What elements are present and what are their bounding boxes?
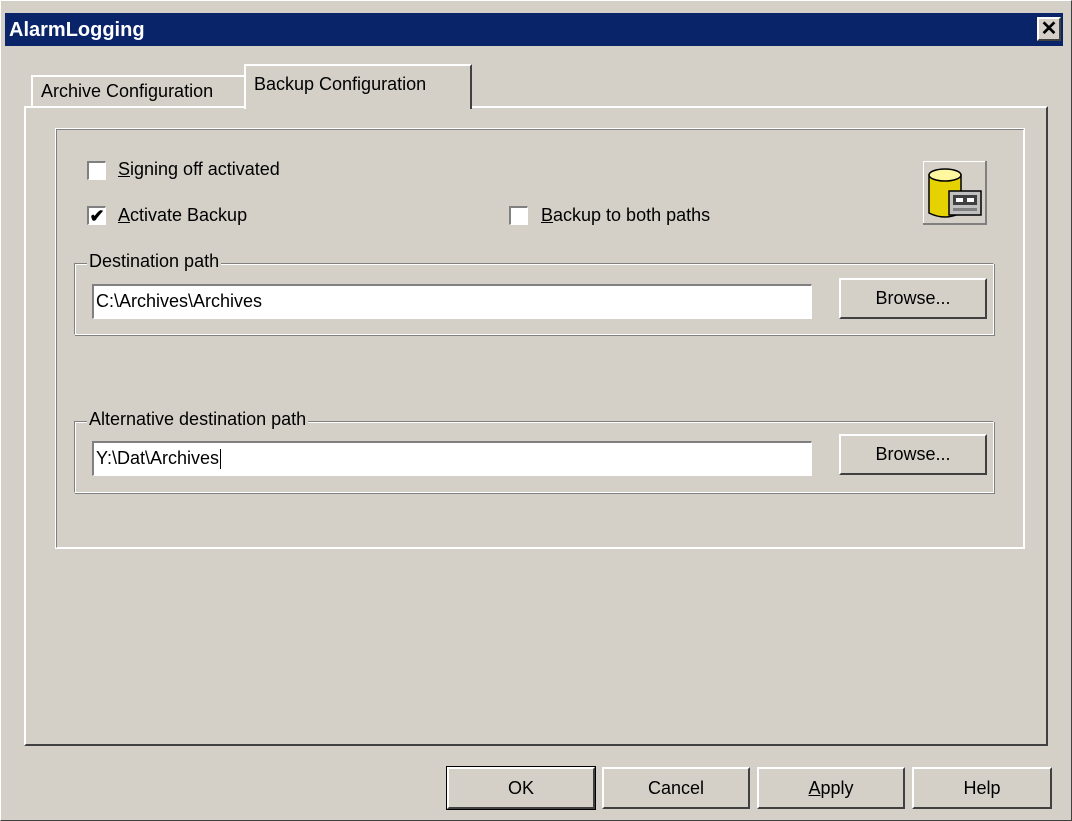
activate-backup-label-accesskey: A: [118, 205, 131, 225]
activate-backup-checkbox[interactable]: ✔: [87, 206, 106, 225]
backup-both-label-accesskey: B: [541, 205, 554, 225]
tab-archive-configuration[interactable]: Archive Configuration: [31, 75, 246, 107]
ok-button[interactable]: OK: [446, 766, 596, 810]
alt-destination-path-legend: Alternative destination path: [87, 409, 309, 430]
dialog-window: AlarmLogging ✕ Archive Configuration Bac…: [0, 0, 1072, 821]
alt-destination-path-value: Y:\Dat\Archives: [96, 448, 220, 468]
cancel-button-label: Cancel: [647, 777, 705, 798]
close-button[interactable]: ✕: [1037, 17, 1061, 41]
signing-off-label[interactable]: Signing off activated: [118, 159, 280, 180]
title-bar: AlarmLogging ✕: [5, 13, 1063, 46]
database-backup-icon: [923, 161, 987, 225]
window-title: AlarmLogging: [9, 19, 145, 41]
destination-path-input[interactable]: C:\Archives\Archives: [92, 284, 812, 319]
backup-both-paths-label[interactable]: Backup to both paths: [541, 205, 710, 226]
signing-off-label-accesskey: S: [118, 159, 131, 179]
help-button-label: Help: [963, 777, 1001, 798]
ok-button-label: OK: [507, 777, 534, 798]
destination-browse-button[interactable]: Browse...: [839, 278, 987, 319]
backup-both-paths-checkbox[interactable]: [509, 206, 528, 225]
browse-button-label: Browse...: [875, 288, 951, 308]
alt-destination-browse-button[interactable]: Browse...: [839, 434, 987, 475]
tab-label: Backup Configuration: [254, 74, 427, 94]
apply-label-text: pply: [820, 777, 854, 798]
help-button[interactable]: Help: [912, 767, 1052, 809]
cancel-button[interactable]: Cancel: [602, 767, 750, 809]
close-icon: ✕: [1040, 18, 1058, 40]
signing-off-checkbox[interactable]: [87, 161, 106, 180]
destination-path-legend: Destination path: [87, 251, 222, 272]
signing-off-label-text: igning off activated: [130, 159, 280, 179]
text-caret: [220, 449, 222, 470]
apply-accesskey: A: [808, 777, 821, 798]
browse-button-label: Browse...: [875, 444, 951, 464]
tab-backup-configuration[interactable]: Backup Configuration: [244, 64, 472, 109]
tab-label: Archive Configuration: [41, 81, 214, 101]
check-mark-icon: ✔: [89, 206, 105, 226]
activate-backup-label[interactable]: Activate Backup: [118, 205, 247, 226]
activate-backup-label-text: ctivate Backup: [130, 205, 248, 225]
apply-button[interactable]: Apply: [757, 767, 905, 809]
backup-both-label-text: ackup to both paths: [553, 205, 711, 225]
apply-button-label: Apply: [808, 778, 853, 799]
destination-path-value: C:\Archives\Archives: [96, 291, 263, 311]
alt-destination-path-input[interactable]: Y:\Dat\Archives: [92, 441, 812, 476]
